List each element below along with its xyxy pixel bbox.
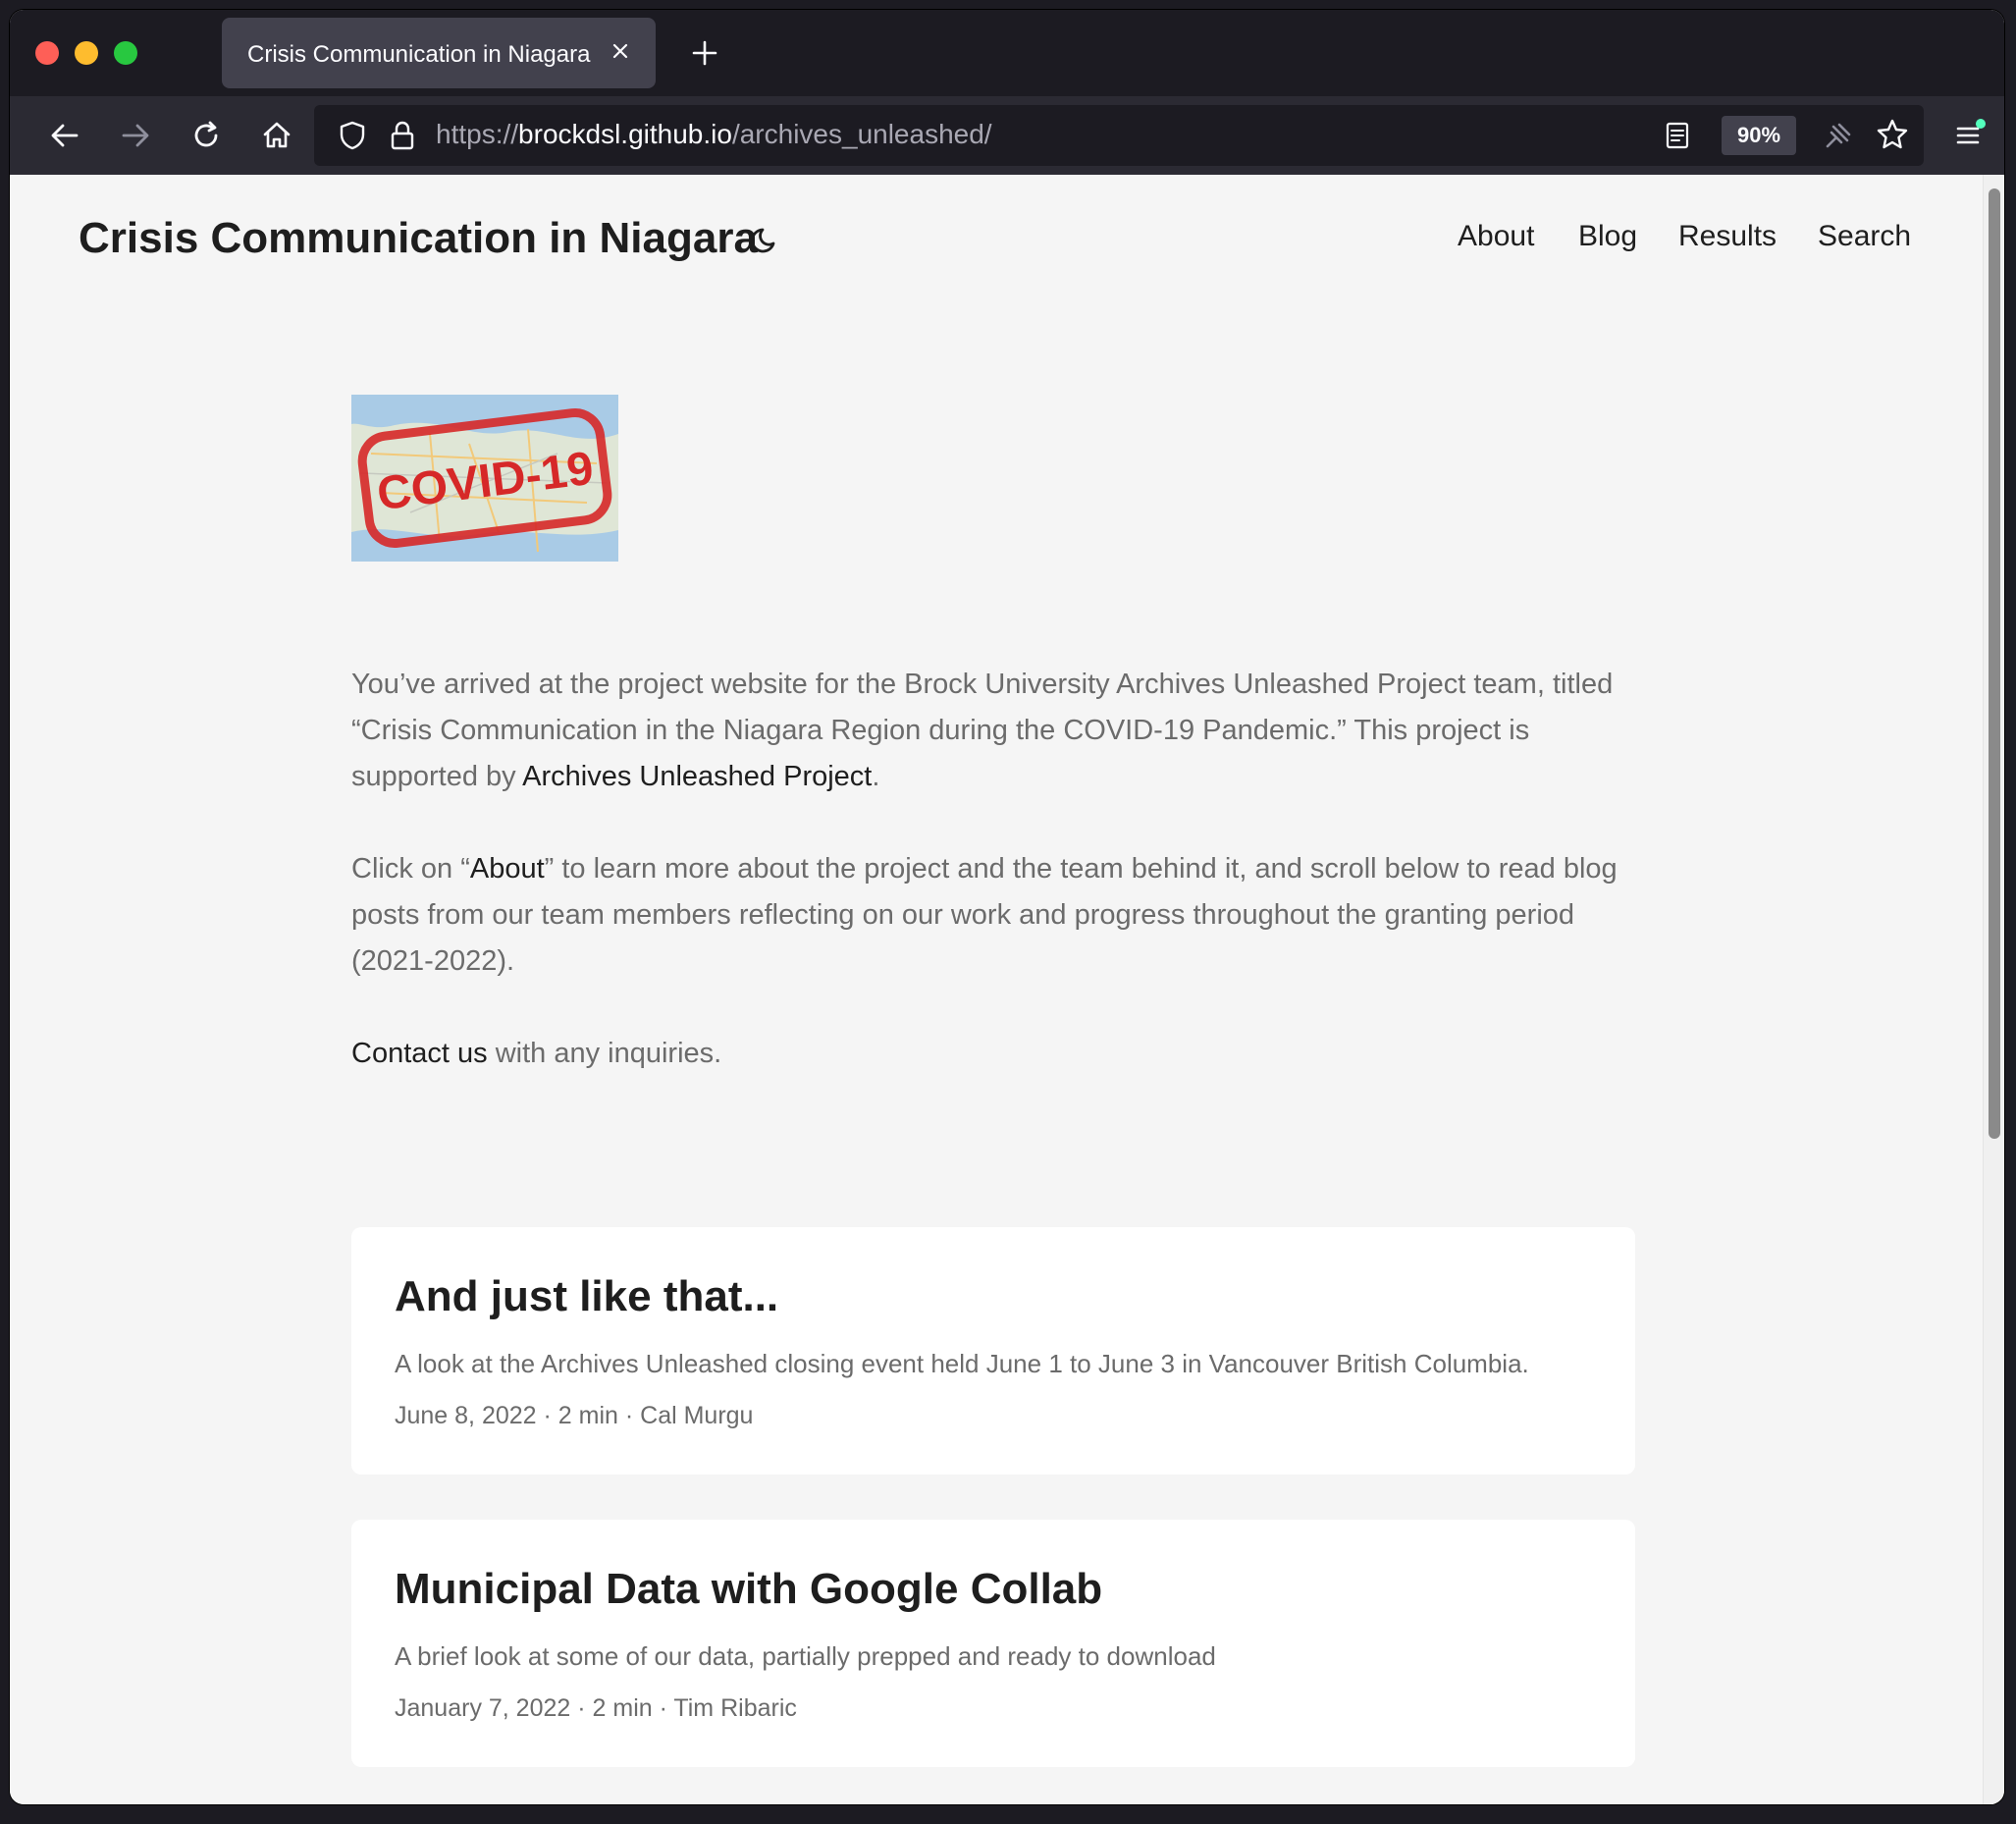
intro-paragraph-2: Click on “About” to learn more about the… (351, 846, 1657, 985)
navigation-toolbar: https://brockdsl.github.io/archives_unle… (10, 96, 2004, 175)
post-meta: January 7, 2022 · 2 min · Tim Ribaric (395, 1694, 797, 1722)
post-card[interactable]: And just like that... A look at the Arch… (351, 1227, 1635, 1475)
post-title[interactable]: And just like that... (395, 1272, 778, 1321)
url-path: /archives_unleashed/ (731, 119, 992, 149)
post-meta: June 8, 2022 · 2 min · Cal Murgu (395, 1402, 754, 1429)
page-scrollbar[interactable] (1983, 175, 2004, 1804)
archives-unleashed-project-link[interactable]: Archives Unleashed Project (522, 761, 872, 792)
web-page: Crisis Communication in Niagara About Bl… (10, 175, 1983, 1804)
zoom-level-button[interactable]: 90% (1722, 116, 1796, 155)
new-tab-icon[interactable] (687, 35, 722, 71)
tab-bar: Crisis Communication in Niagara (10, 10, 2004, 96)
tab-title: Crisis Communication in Niagara (247, 41, 591, 68)
url-text[interactable]: https://brockdsl.github.io/archives_unle… (436, 119, 992, 150)
nav-link-about[interactable]: About (1458, 220, 1534, 253)
scrollbar-thumb[interactable] (1989, 188, 2000, 1139)
nav-link-results[interactable]: Results (1678, 220, 1777, 253)
close-tab-icon[interactable] (603, 33, 638, 69)
address-bar[interactable]: https://brockdsl.github.io/archives_unle… (314, 105, 1924, 166)
about-inline-link[interactable]: About (470, 853, 545, 885)
shield-icon[interactable] (334, 117, 371, 154)
zoom-window-button[interactable] (114, 41, 137, 65)
reader-view-icon[interactable] (1659, 117, 1696, 154)
nav-link-blog[interactable]: Blog (1578, 220, 1637, 253)
covid-19-stamp-map-image: COVID-19 (351, 395, 618, 562)
home-icon[interactable] (257, 116, 296, 155)
dark-mode-toggle-moon-icon[interactable] (748, 222, 783, 257)
lock-icon[interactable] (385, 117, 420, 154)
intro-text-2a: Click on “ (351, 853, 470, 885)
active-tab[interactable]: Crisis Communication in Niagara (222, 18, 656, 88)
url-scheme: https:// (436, 119, 519, 149)
app-menu-icon[interactable] (1948, 116, 1988, 155)
minimize-window-button[interactable] (75, 41, 98, 65)
post-card[interactable]: Municipal Data with Google Collab A brie… (351, 1520, 1635, 1767)
url-host: brockdsl.github.io (518, 119, 732, 149)
pin-icon[interactable] (1820, 117, 1857, 154)
intro-paragraph-1: You’ve arrived at the project website fo… (351, 662, 1657, 800)
reload-icon[interactable] (186, 116, 226, 155)
contact-us-link[interactable]: Contact us (351, 1038, 488, 1069)
post-description: A brief look at some of our data, partia… (395, 1641, 1216, 1671)
close-window-button[interactable] (35, 41, 59, 65)
post-description: A look at the Archives Unleashed closing… (395, 1349, 1529, 1378)
browser-window: Crisis Communication in Niagara https://… (10, 10, 2004, 1804)
back-arrow-icon[interactable] (45, 116, 84, 155)
bookmark-star-icon[interactable] (1873, 115, 1912, 154)
post-title[interactable]: Municipal Data with Google Collab (395, 1565, 1102, 1614)
intro-text-3: with any inquiries. (487, 1038, 722, 1069)
forward-arrow-icon[interactable] (116, 116, 155, 155)
intro-paragraph-3: Contact us with any inquiries. (351, 1031, 1657, 1077)
intro-text-1b: . (872, 761, 880, 792)
site-title[interactable]: Crisis Communication in Niagara (79, 214, 758, 263)
nav-link-search[interactable]: Search (1818, 220, 1911, 253)
